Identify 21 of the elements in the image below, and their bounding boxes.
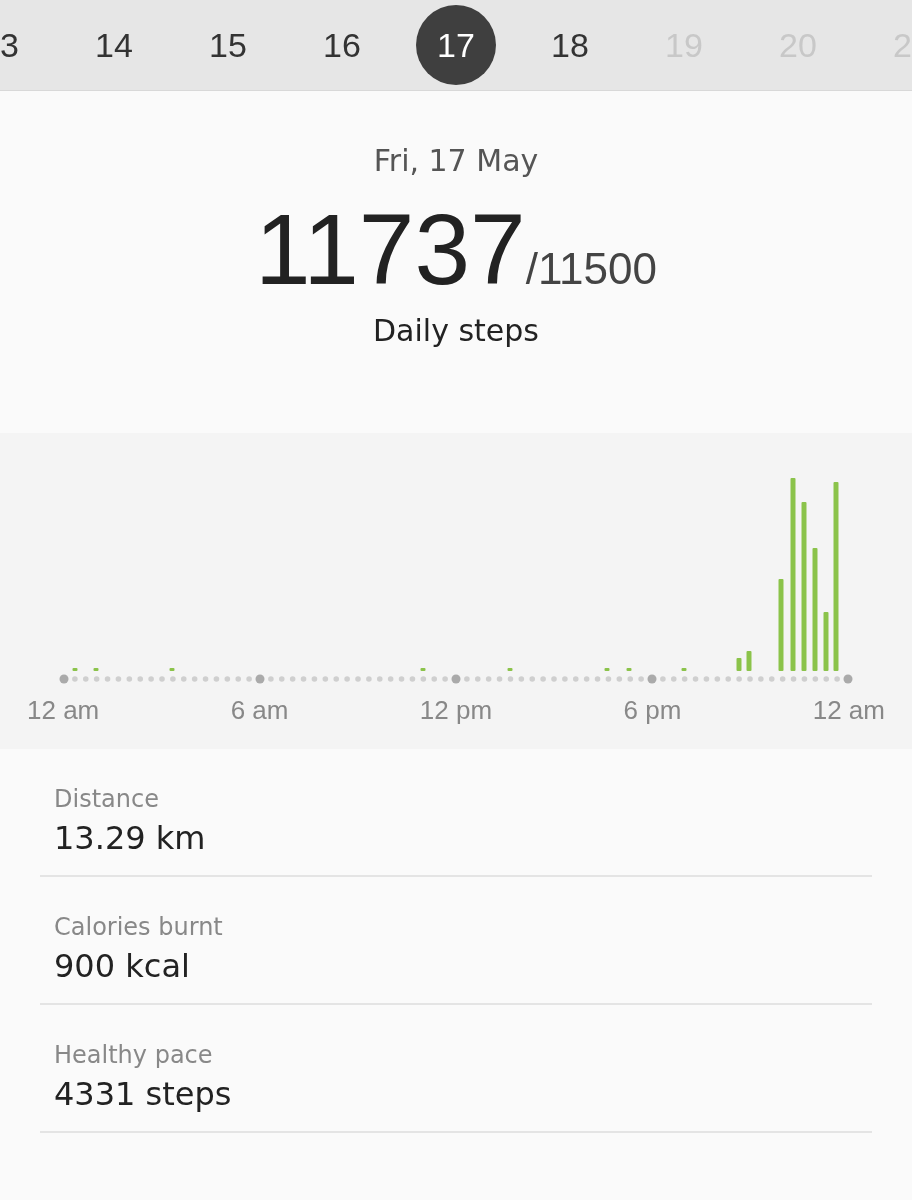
date-tab[interactable]: 18 [530,5,610,85]
date-tab[interactable]: 16 [302,5,382,85]
date-tab[interactable]: 15 [188,5,268,85]
axis-label: 6 am [230,695,289,726]
step-count: 11737 [255,192,526,307]
stat-label: Calories burnt [54,913,224,941]
axis-label: 6 pm [623,695,682,726]
axis-label: 12 am [812,695,885,726]
axis-label: 12 am [27,695,100,726]
stat-value: 4331 steps [54,1075,233,1113]
date-tab[interactable]: 17 [416,5,496,85]
axis-label: 12 pm [419,695,493,726]
stat-label: Healthy pace [54,1041,214,1069]
stat-value: 13.29 km [54,819,207,857]
date-tab[interactable]: 14 [74,5,154,85]
steps-caption: Daily steps [373,313,539,348]
date-tab[interactable]: 3 [0,5,19,85]
step-goal: /11500 [525,244,657,294]
stat-value: 900 kcal [54,947,191,985]
stat-label: Distance [54,785,160,813]
date-title: Fri, 17 May [373,143,539,178]
